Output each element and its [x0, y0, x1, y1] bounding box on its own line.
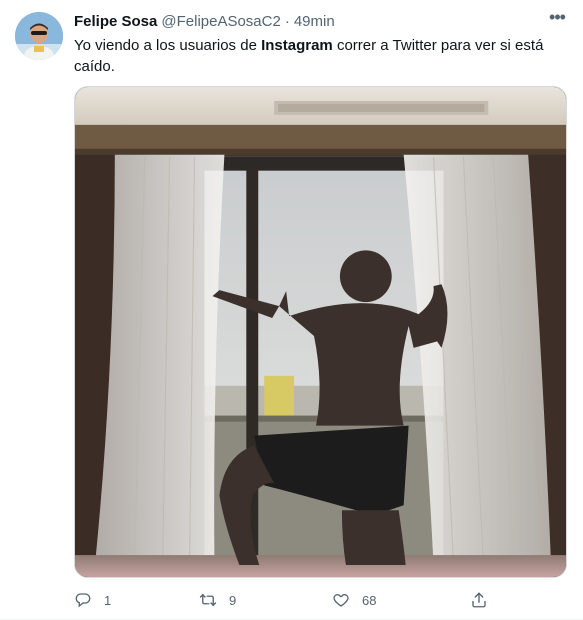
- tweet-actions: 1 9 68: [74, 588, 514, 612]
- separator-dot: ·: [284, 13, 290, 30]
- tweet-header: Felipe Sosa @FelipeASosaC2 · 49min: [74, 12, 514, 34]
- retweet-icon: [199, 594, 217, 606]
- retweet-count: 9: [229, 592, 237, 608]
- user-handle[interactable]: @FelipeASosaC2: [161, 13, 280, 30]
- like-button[interactable]: 68: [332, 588, 376, 612]
- heart-icon: [333, 594, 349, 607]
- share-icon: [472, 592, 486, 608]
- display-name[interactable]: Felipe Sosa: [74, 13, 157, 30]
- tweet-text-part: Yo viendo a los usuarios de: [74, 37, 262, 54]
- avatar[interactable]: [15, 12, 63, 60]
- reply-icon: [75, 593, 91, 608]
- avatar-image: [15, 12, 63, 60]
- tweet-text: Yo viendo a los usuarios de Instagram co…: [74, 35, 554, 77]
- reply-button[interactable]: 1: [74, 588, 111, 612]
- photo-image: [75, 87, 566, 577]
- reply-count: 1: [104, 592, 112, 608]
- like-count: 68: [362, 592, 377, 608]
- retweet-button[interactable]: 9: [199, 588, 236, 612]
- tweet-media-photo[interactable]: [74, 86, 567, 578]
- share-button[interactable]: [470, 588, 488, 612]
- tweet-text-bold: Instagram: [261, 37, 333, 54]
- timestamp[interactable]: 49min: [294, 13, 335, 30]
- more-options-button[interactable]: •••: [545, 7, 569, 30]
- more-horizontal-icon: •••: [549, 7, 566, 27]
- tweet[interactable]: Felipe Sosa @FelipeASosaC2 · 49min ••• Yo v…: [0, 0, 583, 620]
